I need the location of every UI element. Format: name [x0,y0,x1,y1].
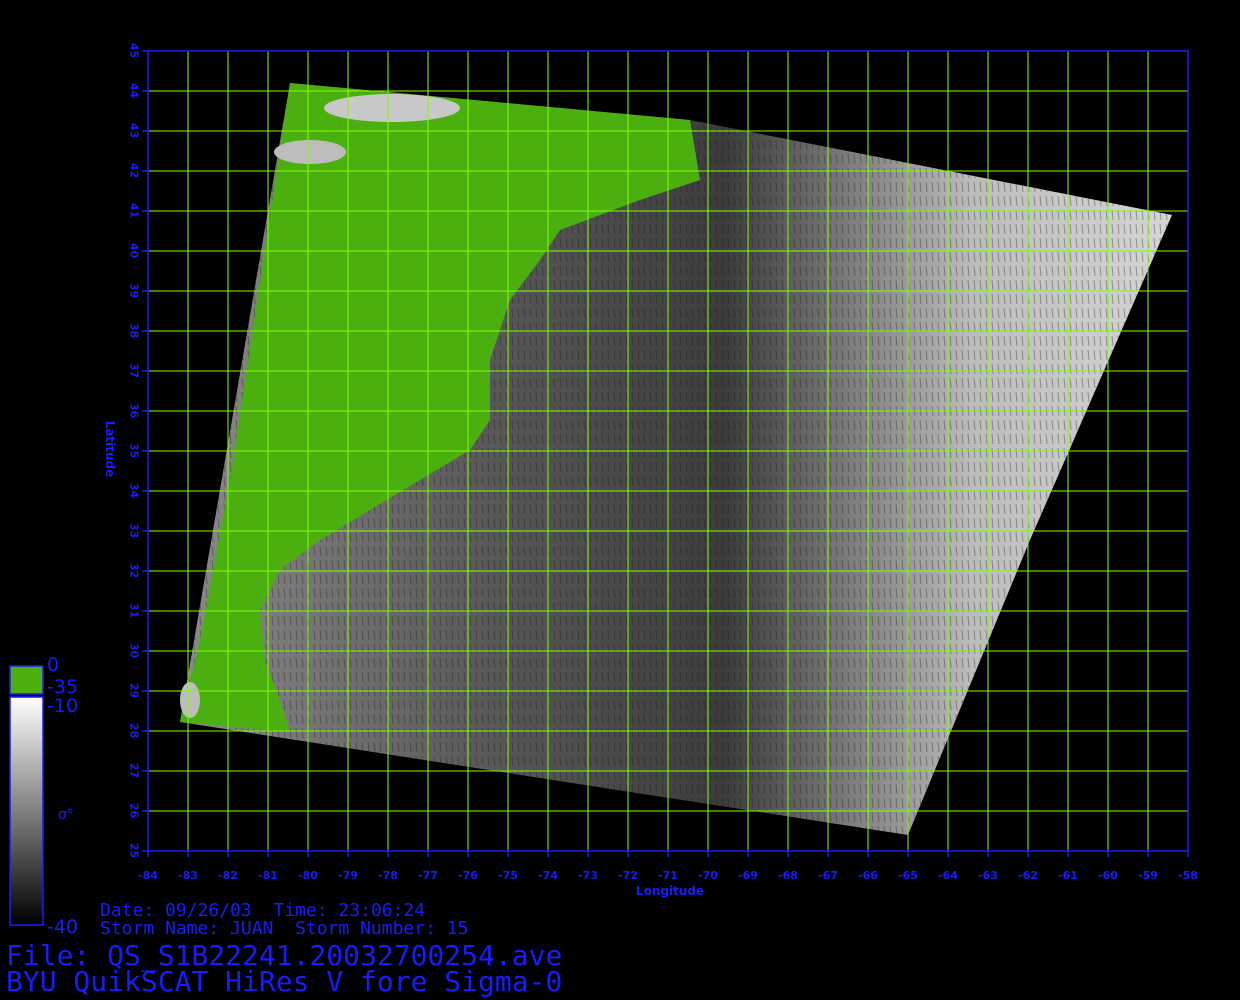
lat-lon-grid [147,50,1189,852]
x-tick-label: -75 [498,869,518,882]
x-tick-label: -79 [338,869,358,882]
colorbar-symbol-label: σ° [58,807,74,823]
x-tick-label: -73 [578,869,598,882]
y-tick-label: 45 [127,42,141,59]
x-tick-label: -80 [298,869,318,882]
x-tick-label: -69 [738,869,758,882]
x-tick-label: -60 [1098,869,1118,882]
x-tick-label: -81 [258,869,278,882]
lake-ontario [324,94,460,122]
x-tick-label: -78 [378,869,398,882]
y-tick-label: 30 [127,642,141,659]
y-tick-label: 44 [127,82,141,99]
y-tick-label: 41 [127,202,141,219]
y-tick-label: 43 [127,122,141,139]
x-tick-label: -58 [1178,869,1198,882]
x-tick-label: -61 [1058,869,1078,882]
x-axis-label: Longitude [635,884,705,898]
x-tick-label: -74 [538,869,558,882]
x-tick-label: -59 [1138,869,1158,882]
y-tick-label: 31 [127,602,141,619]
x-tick-label: -68 [778,869,798,882]
x-tick-label: -62 [1018,869,1038,882]
y-tick-label: 37 [127,362,141,379]
y-tick-label: 33 [127,522,141,539]
y-tick-label: 39 [127,282,141,299]
x-tick-label: -76 [458,869,478,882]
colorbar-bottom-label: -40 [47,916,79,938]
x-tick-label: -82 [218,869,238,882]
colorbar-land-segment [9,665,44,695]
y-tick-label: 34 [127,482,141,499]
y-tick-label: 40 [127,242,141,259]
x-tick-label: -67 [818,869,838,882]
y-axis-label: Latitude [103,420,117,478]
y-tick-label: 25 [127,842,141,859]
title-line: BYU QuikSCAT HiRes V fore Sigma-0 [6,965,563,998]
y-tick-label: 32 [127,562,141,579]
y-tick-label: 27 [127,762,141,779]
x-tick-label: -71 [658,869,678,882]
x-tick-label: -63 [978,869,998,882]
florida-inlet [180,682,200,718]
y-tick-label: 36 [127,402,141,419]
x-tick-label: -65 [898,869,918,882]
x-tick-label: -64 [938,869,958,882]
x-tick-label: -77 [418,869,438,882]
storm-line: Storm Name: JUAN Storm Number: 15 [100,918,469,939]
x-tick-label: -66 [858,869,878,882]
x-tick-label: -83 [178,869,198,882]
y-tick-label: 29 [127,682,141,699]
colorbar-gradient [9,696,44,926]
x-tick-label: -70 [698,869,718,882]
y-tick-label: 26 [127,802,141,819]
y-tick-label: 28 [127,722,141,739]
x-tick-label: -72 [618,869,638,882]
colorbar-ocean-max-label: -10 [47,695,79,717]
y-tick-label: 42 [127,162,141,179]
y-tick-label: 35 [127,442,141,459]
colorbar-top-label: 0 [47,654,60,676]
sigma0-map [9,50,1189,926]
x-tick-label: -84 [138,869,158,882]
lake-erie [274,140,346,164]
y-tick-label: 38 [127,322,141,339]
